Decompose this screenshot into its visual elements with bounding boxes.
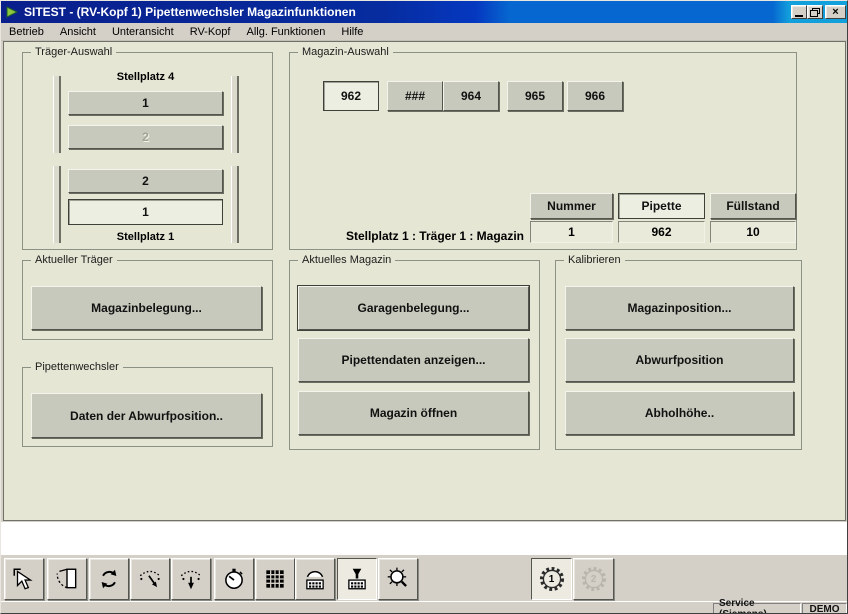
sun-magnifier-tool-button[interactable] [378, 558, 418, 600]
sun-magnifier-icon [385, 566, 411, 592]
grid-tool-button[interactable] [255, 558, 295, 600]
rotate-icon [96, 566, 122, 592]
close-icon: × [832, 6, 838, 18]
pipettendaten-anzeigen-button[interactable]: Pipettendaten anzeigen... [298, 338, 529, 382]
value-pipette: 962 [618, 221, 705, 243]
path-down-arrow-icon [178, 566, 204, 592]
menu-rv-kopf[interactable]: RV-Kopf [182, 24, 239, 40]
magazin-button-966[interactable]: 966 [567, 81, 623, 111]
rail [53, 166, 61, 243]
restore-icon [810, 8, 820, 17]
grid-icon [262, 566, 288, 592]
path-arrow-icon [137, 566, 163, 592]
status-bar: Service (Siemens) DEMO [1, 601, 848, 614]
rv-head-1-label: 1 [549, 574, 555, 585]
traeger-slot-button-1-selected[interactable]: 1 [68, 199, 223, 225]
menu-allg-funktionen[interactable]: Allg. Funktionen [238, 24, 333, 40]
funnel-grid-tool-button[interactable] [337, 558, 377, 600]
menu-betrieb[interactable]: Betrieb [1, 24, 52, 40]
table-header-nummer[interactable]: Nummer [530, 193, 613, 219]
rail [53, 76, 61, 153]
content-panel: Träger-Auswahl Stellplatz 4 1 2 2 1 Stel… [3, 41, 846, 521]
abwurfposition-button[interactable]: Abwurfposition [565, 338, 794, 382]
rail [231, 76, 239, 153]
traeger-slot-button-2[interactable]: 2 [68, 169, 223, 193]
magazin-button-964[interactable]: 964 [443, 81, 499, 111]
magazinbelegung-button[interactable]: Magazinbelegung... [31, 286, 262, 330]
group-aktuelles-magazin: Aktuelles Magazin Garagenbelegung... Pip… [289, 260, 540, 450]
rail [231, 166, 239, 243]
garage-grid-icon [302, 566, 328, 592]
stopwatch-icon [221, 566, 247, 592]
group-title: Kalibrieren [564, 254, 625, 266]
toolbar: 1 2 [1, 554, 848, 602]
group-aktueller-traeger: Aktueller Träger Magazinbelegung... [22, 260, 273, 340]
stellplatz-4-label: Stellplatz 4 [68, 71, 223, 83]
minimize-icon [795, 15, 803, 17]
select-arrow-tool-button[interactable] [4, 558, 44, 600]
magazin-oeffnen-button[interactable]: Magazin öffnen [298, 391, 529, 435]
group-title: Pipettenwechsler [31, 361, 123, 373]
garage-grid-tool-button[interactable] [295, 558, 335, 600]
restore-button[interactable] [807, 5, 823, 19]
magazinposition-button[interactable]: Magazinposition... [565, 286, 794, 330]
stellplatz-1-label: Stellplatz 1 [68, 231, 223, 243]
door-icon [54, 566, 80, 592]
close-button[interactable]: × [825, 5, 846, 19]
table-header-pipette[interactable]: Pipette [618, 193, 705, 219]
message-band: i [1, 522, 848, 554]
magazin-button-962[interactable]: 962 [323, 81, 379, 111]
rv-head-2-label: 2 [591, 574, 597, 585]
group-title: Aktuelles Magazin [298, 254, 395, 266]
funnel-grid-icon [344, 566, 370, 592]
rv-head-2-button: 2 [573, 558, 614, 600]
app-window: SITEST - (RV-Kopf 1) Pipettenwechsler Ma… [0, 0, 848, 614]
path-down-arrow-tool-button[interactable] [171, 558, 211, 600]
table-header-fuellstand[interactable]: Füllstand [710, 193, 796, 219]
door-tool-button[interactable] [47, 558, 87, 600]
magazin-button-placeholder[interactable]: ### [387, 81, 443, 111]
path-arrow-tool-button[interactable] [130, 558, 170, 600]
group-magazin-auswahl: Magazin-Auswahl 962 ### 964 965 966 Numm… [289, 52, 797, 250]
menu-bar: Betrieb Ansicht Unteransicht RV-Kopf All… [1, 23, 848, 41]
title-bar: SITEST - (RV-Kopf 1) Pipettenwechsler Ma… [1, 1, 848, 23]
group-title: Aktueller Träger [31, 254, 117, 266]
group-traeger-auswahl: Träger-Auswahl Stellplatz 4 1 2 2 1 Stel… [22, 52, 273, 250]
menu-unteransicht[interactable]: Unteransicht [104, 24, 182, 40]
status-service: Service (Siemens) [713, 603, 801, 614]
traeger-slot-button-1[interactable]: 1 [68, 91, 223, 115]
group-kalibrieren: Kalibrieren Magazinposition... Abwurfpos… [555, 260, 802, 450]
group-title: Magazin-Auswahl [298, 46, 393, 58]
value-nummer: 1 [530, 221, 613, 243]
table-row-label: Stellplatz 1 : Träger 1 : Magazin [290, 225, 524, 247]
select-arrow-icon [11, 566, 37, 592]
status-demo-badge: DEMO [802, 603, 847, 614]
menu-hilfe[interactable]: Hilfe [333, 24, 371, 40]
minimize-button[interactable] [791, 5, 807, 19]
rotate-tool-button[interactable] [89, 558, 129, 600]
magazin-button-965[interactable]: 965 [507, 81, 563, 111]
rv-head-1-button[interactable]: 1 [531, 558, 572, 600]
window-title: SITEST - (RV-Kopf 1) Pipettenwechsler Ma… [24, 5, 356, 19]
garagenbelegung-button[interactable]: Garagenbelegung... [298, 286, 529, 330]
daten-der-abwurfposition-button[interactable]: Daten der Abwurfposition.. [31, 393, 262, 438]
value-fuellstand: 10 [710, 221, 796, 243]
traeger-slot-button-2-disabled: 2 [68, 125, 223, 149]
stopwatch-tool-button[interactable] [214, 558, 254, 600]
group-title: Träger-Auswahl [31, 46, 116, 58]
app-icon [5, 5, 19, 19]
menu-ansicht[interactable]: Ansicht [52, 24, 104, 40]
abholhoehe-button[interactable]: Abholhöhe.. [565, 391, 794, 435]
group-pipettenwechsler: Pipettenwechsler Daten der Abwurfpositio… [22, 367, 273, 447]
